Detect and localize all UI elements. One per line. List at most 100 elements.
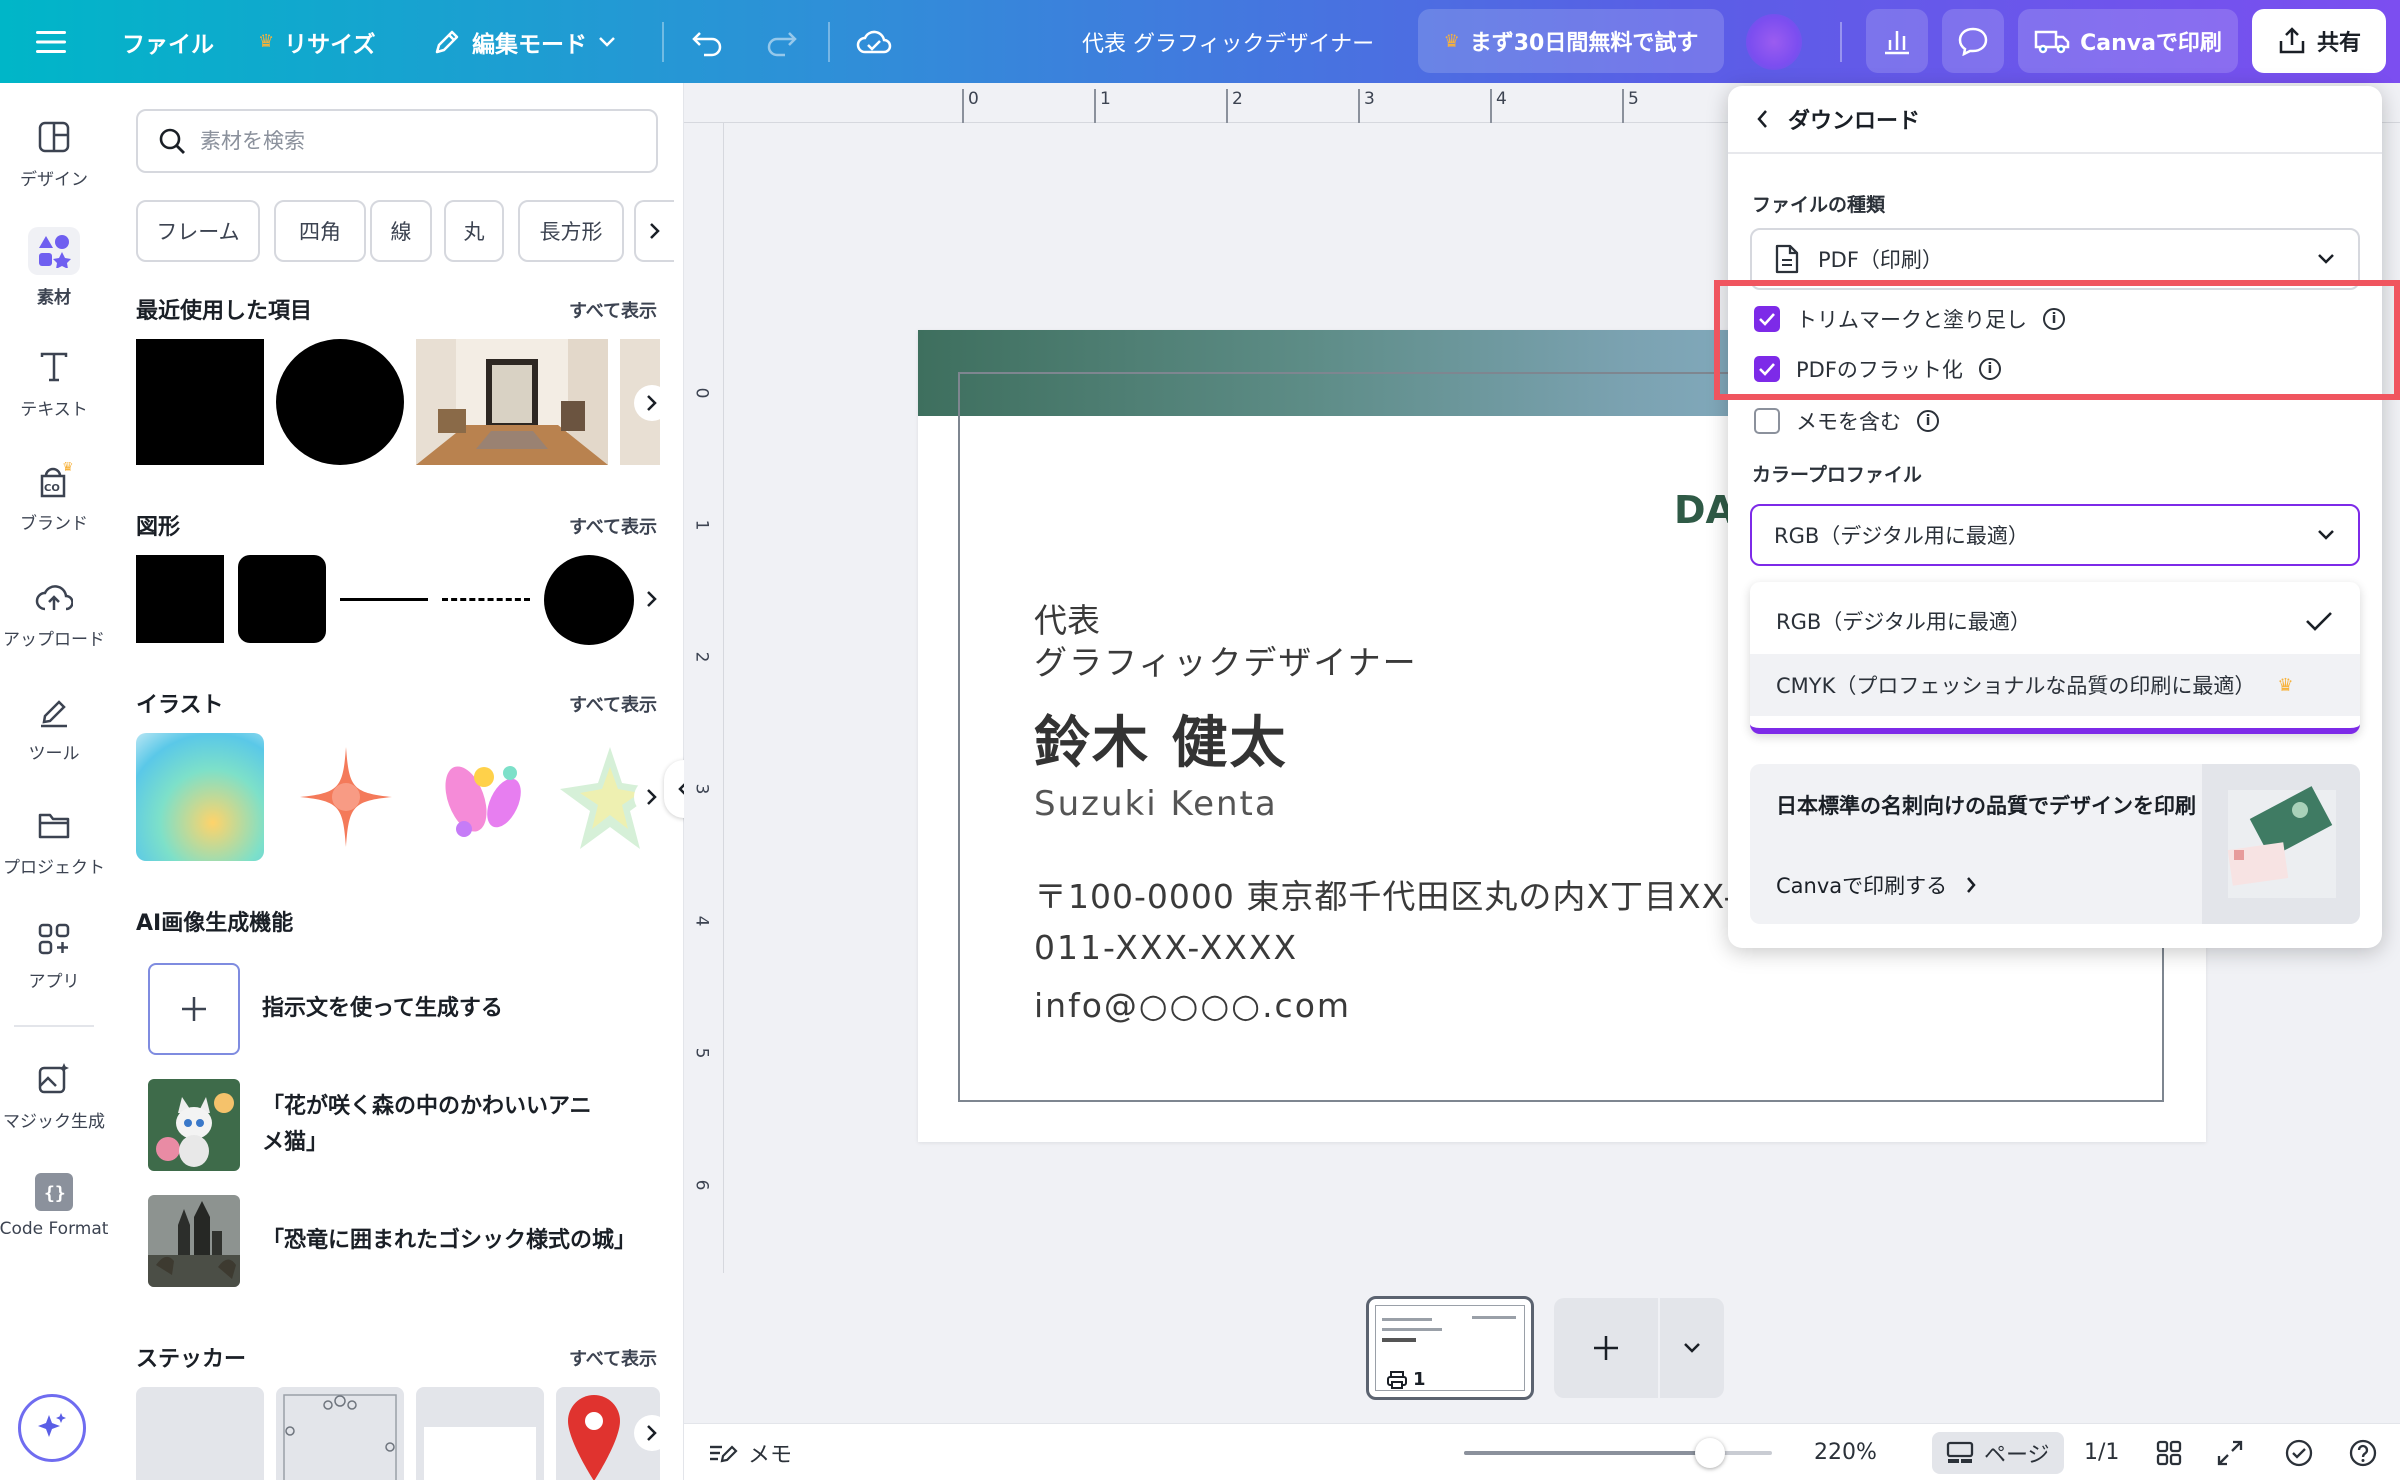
page-counter[interactable]: 1/1 bbox=[2084, 1424, 2119, 1480]
search-box[interactable] bbox=[136, 109, 658, 173]
chip-label: フレーム bbox=[156, 220, 240, 244]
ruler-tick bbox=[1622, 89, 1624, 123]
save-status-button[interactable] bbox=[856, 0, 892, 83]
insights-button[interactable] bbox=[1866, 9, 1928, 73]
ruler-tick bbox=[1358, 89, 1360, 123]
ai-item-label: 「恐竜に囲まれたゴシック様式の城」 bbox=[262, 1228, 637, 1253]
illust-sparkle[interactable] bbox=[286, 733, 406, 861]
rail-item-apps[interactable]: アプリ bbox=[0, 919, 108, 992]
chip-rectangle[interactable]: 長方形 bbox=[518, 200, 624, 262]
rail-item-tools[interactable]: ツール bbox=[0, 691, 108, 764]
rail-item-design[interactable]: デザイン bbox=[0, 117, 108, 190]
shape-rounded-square[interactable] bbox=[238, 555, 326, 643]
rail-item-upload[interactable]: アップロード bbox=[0, 577, 108, 650]
recent-square-element[interactable] bbox=[136, 339, 264, 465]
card-name[interactable]: 鈴木 健太 bbox=[1034, 698, 1288, 779]
comments-button[interactable] bbox=[1942, 9, 2004, 73]
add-page-button[interactable] bbox=[1554, 1298, 1658, 1398]
chip-square[interactable]: 四角 bbox=[274, 200, 366, 262]
resize-button[interactable]: ♛ リサイズ bbox=[258, 0, 375, 83]
page-view-button[interactable]: ページ bbox=[1932, 1432, 2064, 1474]
shape-dashed-line[interactable] bbox=[442, 598, 530, 601]
rail-item-projects[interactable]: プロジェクト bbox=[0, 805, 108, 878]
shape-line[interactable] bbox=[340, 598, 428, 601]
print-promo-card[interactable]: 日本標準の名刺向けの品質でデザインを印刷 Canvaで印刷する bbox=[1750, 764, 2360, 924]
sticker-item[interactable] bbox=[136, 1387, 264, 1480]
recent-next-button[interactable] bbox=[634, 385, 670, 421]
divider bbox=[1840, 22, 1842, 62]
rail-item-magic-generate[interactable]: マジック生成 bbox=[0, 1059, 108, 1132]
option-include-notes[interactable]: メモを含む i bbox=[1754, 406, 1939, 436]
trial-button[interactable]: ♛ まず30日間無料で試す bbox=[1418, 9, 1724, 73]
search-input[interactable] bbox=[200, 129, 620, 153]
recent-circle-element[interactable] bbox=[276, 339, 404, 465]
download-header[interactable]: ダウンロード bbox=[1728, 86, 2382, 154]
page-thumbnail[interactable]: 1 bbox=[1366, 1296, 1534, 1400]
sticker-see-all-link[interactable]: すべて表示 bbox=[569, 1345, 657, 1371]
zoom-level[interactable]: 220% bbox=[1814, 1424, 1877, 1480]
avatar[interactable] bbox=[1746, 14, 1802, 70]
shape-square[interactable] bbox=[136, 555, 224, 643]
card-role-line1[interactable]: 代表 bbox=[1034, 594, 1100, 642]
card-company-name[interactable]: DA bbox=[1674, 488, 1735, 532]
chip-circle[interactable]: 丸 bbox=[444, 200, 504, 262]
info-icon[interactable]: i bbox=[1917, 410, 1939, 432]
shapes-next-button[interactable] bbox=[634, 581, 670, 617]
illust-gradient-blob[interactable] bbox=[136, 733, 264, 861]
card-phone[interactable]: 011-XXX-XXXX bbox=[1034, 928, 1298, 967]
ruler-label: 0 bbox=[968, 89, 979, 109]
add-page-options-button[interactable] bbox=[1660, 1298, 1724, 1398]
menu-button[interactable] bbox=[36, 0, 66, 83]
promo-print-link[interactable]: Canvaで印刷する bbox=[1776, 870, 1977, 900]
shapes-see-all-link[interactable]: すべて表示 bbox=[569, 513, 657, 539]
sticker-item[interactable] bbox=[276, 1387, 404, 1480]
print-button[interactable]: Canvaで印刷 bbox=[2018, 9, 2238, 73]
profile-option-cmyk[interactable]: CMYK（プロフェッショナルな品質の印刷に最適） ♛ bbox=[1750, 654, 2360, 716]
sticker-item[interactable] bbox=[416, 1387, 544, 1480]
undo-icon bbox=[692, 31, 722, 56]
rail-item-code-format[interactable]: {} Code Format bbox=[0, 1173, 108, 1239]
undo-button[interactable] bbox=[690, 0, 724, 83]
sticker-next-button[interactable] bbox=[634, 1415, 670, 1451]
zoom-slider-thumb[interactable] bbox=[1695, 1438, 1725, 1468]
rail-item-brand[interactable]: CO ♛ ブランド bbox=[0, 461, 108, 534]
notes-button[interactable]: メモ bbox=[708, 1424, 792, 1480]
chevron-right-icon bbox=[650, 223, 660, 239]
file-menu[interactable]: ファイル bbox=[122, 0, 214, 83]
include-notes-checkbox[interactable] bbox=[1754, 408, 1780, 434]
fullscreen-button[interactable] bbox=[2216, 1424, 2244, 1480]
chip-line[interactable]: 線 bbox=[370, 200, 432, 262]
recent-see-all-link[interactable]: すべて表示 bbox=[569, 297, 657, 323]
comment-icon bbox=[1958, 27, 1988, 56]
color-profile-select[interactable]: RGB（デジタル用に最適） bbox=[1750, 504, 2360, 566]
download-panel: ダウンロード ファイルの種類 PDF（印刷） トリムマークと塗り足し i PDF… bbox=[1728, 86, 2382, 948]
illust-see-all-link[interactable]: すべて表示 bbox=[569, 691, 657, 717]
help-button[interactable] bbox=[2348, 1424, 2378, 1480]
card-name-roman[interactable]: Suzuki Kenta bbox=[1034, 784, 1278, 824]
zoom-slider-track[interactable] bbox=[1464, 1438, 1772, 1468]
profile-option-rgb[interactable]: RGB（デジタル用に最適） bbox=[1750, 590, 2360, 652]
card-role-line2[interactable]: グラフィックデザイナー bbox=[1034, 636, 1418, 684]
check-button[interactable] bbox=[2284, 1424, 2314, 1480]
edit-mode-button[interactable]: 編集モード bbox=[432, 0, 617, 83]
doc-title[interactable]: 代表 グラフィックデザイナー bbox=[1082, 0, 1374, 83]
rail-item-elements[interactable]: 素材 bbox=[0, 227, 108, 308]
ruler-tick bbox=[1094, 89, 1096, 123]
ai-example-castle[interactable]: 「恐竜に囲まれたゴシック様式の城」 bbox=[148, 1195, 636, 1287]
card-address[interactable]: 〒100-0000 東京都千代田区丸の内X丁目XX- bbox=[1034, 870, 1736, 918]
rail-item-text[interactable]: テキスト bbox=[0, 347, 108, 420]
shape-circle[interactable] bbox=[544, 555, 634, 645]
card-email[interactable]: info@○○○○.com bbox=[1034, 986, 1351, 1025]
grid-view-button[interactable] bbox=[2156, 1424, 2182, 1480]
share-button[interactable]: 共有 bbox=[2252, 9, 2386, 73]
chips-next-button[interactable] bbox=[634, 200, 674, 262]
ruler-label: 2 bbox=[691, 651, 712, 663]
magic-assistant-button[interactable] bbox=[18, 1394, 86, 1462]
ai-prompt-generate[interactable]: 指示文を使って生成する bbox=[148, 963, 503, 1055]
share-icon bbox=[2279, 27, 2305, 54]
redo-button[interactable] bbox=[765, 0, 799, 83]
chip-frame[interactable]: フレーム bbox=[136, 200, 260, 262]
illust-colorful-shapes[interactable] bbox=[424, 733, 544, 861]
recent-room-photo[interactable] bbox=[416, 339, 608, 465]
ai-example-cat[interactable]: 「花が咲く森の中のかわいいアニメ猫」 bbox=[148, 1079, 602, 1171]
